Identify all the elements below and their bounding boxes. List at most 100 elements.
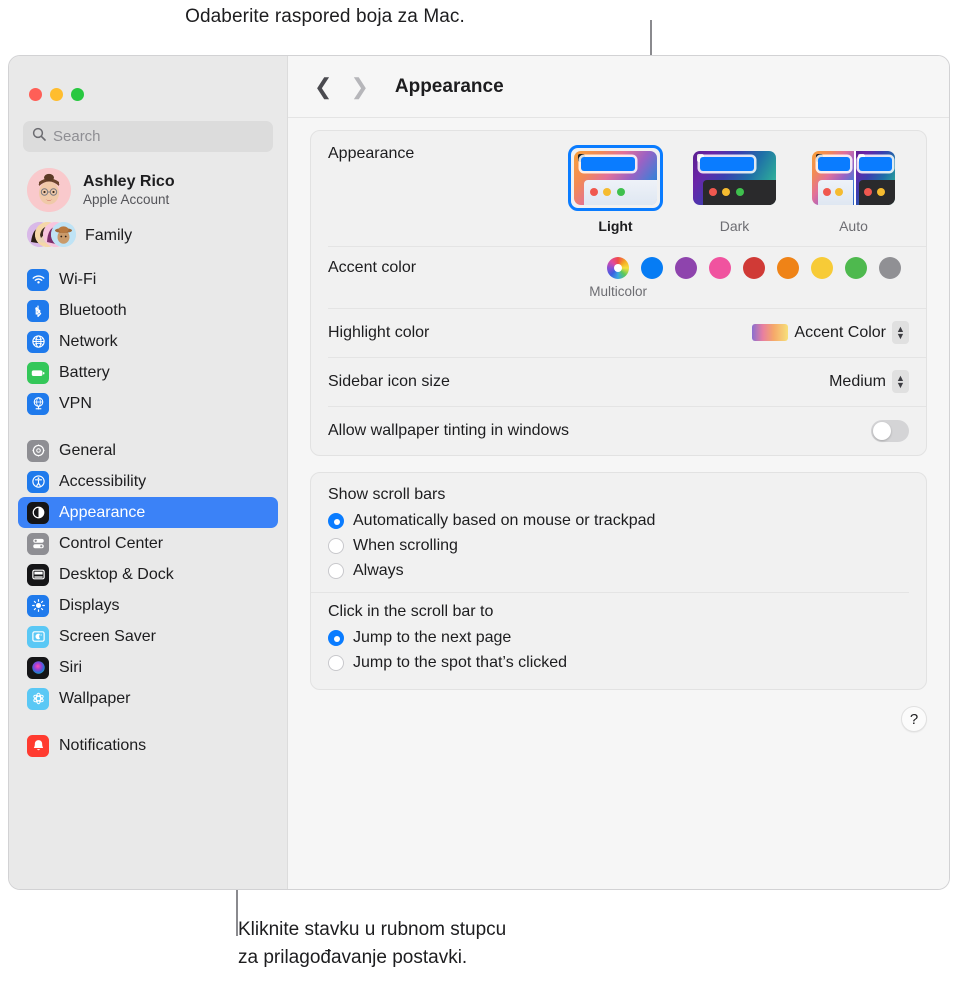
accent-color-caption: Multicolor: [589, 284, 647, 299]
account-row[interactable]: Ashley Rico Apple Account: [27, 168, 287, 212]
accent-color-swatches: [607, 257, 909, 279]
accent-swatch-green[interactable]: [845, 257, 867, 279]
theme-thumbnail-light: [574, 151, 657, 205]
highlight-color-row: Highlight color Accent Color ▲ ▼: [311, 308, 926, 357]
sidebar-icon-size-label: Sidebar icon size: [328, 372, 450, 390]
highlight-color-popup[interactable]: Accent Color ▲ ▼: [752, 321, 909, 344]
scroll-bars-option-auto[interactable]: Automatically based on mouse or trackpad: [328, 508, 909, 533]
sidebar-item-desktop-and-dock[interactable]: Desktop & Dock: [18, 559, 278, 590]
wallpaper-tinting-toggle[interactable]: [871, 419, 909, 442]
system-settings-window: Ashley Rico Apple Account: [8, 55, 950, 890]
scroll-bars-option-when-scrolling[interactable]: When scrolling: [328, 533, 909, 558]
appearance-settings-card: Appearance Light Dark Auto Accent color …: [310, 130, 927, 456]
sidebar-item-control-center[interactable]: Control Center: [18, 528, 278, 559]
highlight-color-value: Accent Color: [794, 323, 886, 341]
theme-option-light[interactable]: Light: [568, 145, 663, 234]
radio-button[interactable]: [328, 654, 344, 671]
bottom-annotation-line-1: Kliknite stavku u rubnom stupcu: [238, 919, 507, 940]
sidebar-item-screen-saver[interactable]: Screen Saver: [18, 621, 278, 652]
family-avatar-4: [51, 222, 76, 247]
sidebar-item-battery[interactable]: Battery: [18, 357, 278, 388]
theme-option-dark[interactable]: Dark: [687, 145, 782, 234]
search-input[interactable]: [53, 128, 264, 145]
sidebar-item-accessibility[interactable]: Accessibility: [18, 466, 278, 497]
sidebar-item-label: VPN: [59, 394, 92, 412]
radio-button[interactable]: [328, 562, 344, 579]
notifications-icon: [27, 734, 49, 757]
accent-swatch-multicolor[interactable]: [607, 257, 629, 279]
search-field[interactable]: [23, 121, 273, 152]
sidebar-item-label: Battery: [59, 363, 110, 381]
sidebar-item-notifications[interactable]: Notifications: [18, 730, 278, 761]
theme-thumbnail-auto: [812, 151, 895, 205]
bottom-annotation-line-2: za prilagođavanje postavki.: [238, 947, 468, 968]
highlight-color-label: Highlight color: [328, 323, 430, 341]
theme-label: Dark: [719, 218, 750, 234]
window-controls: [9, 56, 287, 101]
chevron-right-icon[interactable]: ❯: [350, 75, 368, 98]
sidebar-icon-size-popup[interactable]: Medium ▲ ▼: [829, 370, 909, 393]
sidebar-item-general[interactable]: General: [18, 435, 278, 466]
sidebar-item-label: General: [59, 441, 116, 459]
card-inner-divider: [311, 592, 909, 593]
accent-swatch-pink[interactable]: [709, 257, 731, 279]
sidebar-item-displays[interactable]: Displays: [18, 590, 278, 621]
accent-color-row: Accent color Multicolor: [311, 246, 926, 308]
settings-scroll-area: Appearance Light Dark Auto Accent color …: [288, 118, 949, 732]
appearance-theme-options: Light Dark Auto: [568, 145, 909, 234]
chevron-updown-icon[interactable]: ▲ ▼: [892, 321, 909, 344]
theme-label: Light: [598, 218, 633, 234]
scroll-click-option-spot-clicked[interactable]: Jump to the spot that’s clicked: [328, 650, 909, 675]
sidebar-item-siri[interactable]: Siri: [18, 652, 278, 683]
accent-swatch-red[interactable]: [743, 257, 765, 279]
sidebar-item-family[interactable]: Family: [27, 222, 287, 250]
sidebar-icon-size-value: Medium: [829, 372, 886, 390]
wallpaper-tinting-row: Allow wallpaper tinting in windows: [311, 406, 926, 455]
control-center-icon: [27, 532, 49, 555]
scroll-bars-option-always[interactable]: Always: [328, 558, 909, 583]
globe-icon: [27, 330, 49, 353]
accent-swatch-blue[interactable]: [641, 257, 663, 279]
radio-label: When scrolling: [353, 536, 458, 554]
accent-swatch-yellow[interactable]: [811, 257, 833, 279]
chevron-left-icon[interactable]: ❮: [314, 75, 332, 98]
accent-swatch-purple[interactable]: [675, 257, 697, 279]
avatar: [27, 168, 71, 212]
accent-swatch-graphite[interactable]: [879, 257, 901, 279]
sidebar-group-2: General Accessibility Appearance Control…: [9, 435, 287, 714]
radio-button[interactable]: [328, 512, 344, 529]
sidebar-nav: Wi-Fi Bluetooth Network Battery VPN Gene…: [9, 264, 287, 761]
theme-option-auto[interactable]: Auto: [806, 145, 901, 234]
accessibility-icon: [27, 470, 49, 493]
sidebar-item-wallpaper[interactable]: Wallpaper: [18, 683, 278, 714]
family-label: Family: [85, 227, 133, 244]
sidebar-item-label: Notifications: [59, 736, 147, 754]
accent-swatch-orange[interactable]: [777, 257, 799, 279]
scroll-settings-card: Show scroll bars Automatically based on …: [310, 472, 927, 690]
sidebar-item-label: Siri: [59, 658, 83, 676]
zoom-button[interactable]: [71, 88, 84, 101]
sidebar-item-bluetooth[interactable]: Bluetooth: [18, 295, 278, 326]
sidebar: Ashley Rico Apple Account: [9, 56, 288, 889]
chevron-updown-icon[interactable]: ▲ ▼: [892, 370, 909, 393]
siri-icon: [27, 656, 49, 679]
minimize-button[interactable]: [50, 88, 63, 101]
sidebar-item-wi-fi[interactable]: Wi-Fi: [18, 264, 278, 295]
sidebar-item-vpn[interactable]: VPN: [18, 388, 278, 419]
vpn-icon: [27, 392, 49, 415]
help-button[interactable]: ?: [901, 706, 927, 732]
sidebar-item-label: Accessibility: [59, 472, 147, 490]
page-title: Appearance: [394, 75, 504, 97]
bluetooth-icon: [27, 299, 49, 322]
scroll-click-option-next-page[interactable]: Jump to the next page: [328, 625, 909, 650]
sidebar-item-appearance[interactable]: Appearance: [18, 497, 278, 528]
sidebar-item-network[interactable]: Network: [18, 326, 278, 357]
toggle-knob: [873, 421, 891, 440]
sidebar-item-label: Control Center: [59, 534, 164, 552]
wallpaper-icon: [27, 687, 49, 710]
sidebar-divider-1: [9, 419, 287, 435]
close-button[interactable]: [29, 88, 42, 101]
radio-button[interactable]: [328, 629, 344, 646]
radio-button[interactable]: [328, 537, 344, 554]
sidebar-item-label: Appearance: [59, 503, 146, 521]
